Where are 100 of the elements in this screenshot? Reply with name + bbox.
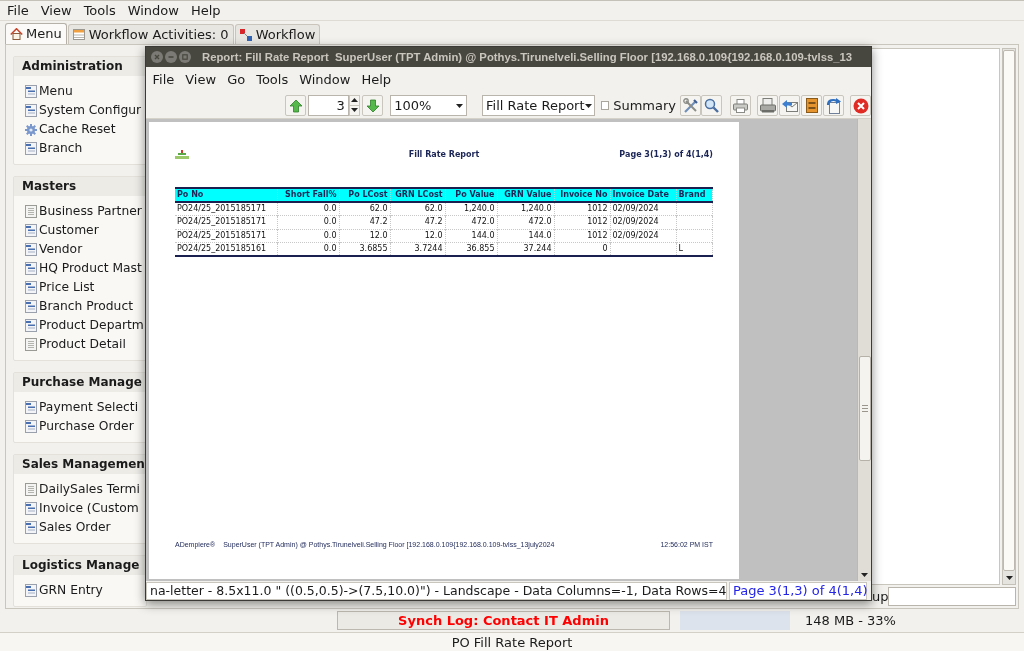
- minimize-icon[interactable]: [165, 51, 177, 63]
- close-icon[interactable]: [151, 51, 163, 63]
- cabinet-icon: [805, 98, 818, 113]
- tools-icon: [682, 97, 699, 114]
- menu-item[interactable]: DailySales Termi: [25, 480, 146, 499]
- table-cell: 0.0: [323, 217, 337, 227]
- section-title: Masters: [14, 177, 146, 196]
- page-field[interactable]: 3: [308, 95, 349, 116]
- next-page-button[interactable]: [362, 95, 384, 116]
- menu-item[interactable]: Help: [184, 0, 227, 21]
- menu-item[interactable]: Cache Reset: [25, 120, 146, 139]
- spin-up-button[interactable]: [348, 95, 361, 106]
- menu-item[interactable]: Help: [355, 70, 397, 90]
- window-icon: [25, 243, 37, 256]
- menu-item[interactable]: Tools: [250, 70, 294, 90]
- menu-item[interactable]: Customer: [25, 221, 146, 240]
- down-arrow-icon: [861, 572, 868, 577]
- scrollbar[interactable]: [857, 119, 871, 581]
- menu-item[interactable]: Window: [293, 70, 356, 90]
- menu-item[interactable]: Vendor: [25, 240, 146, 259]
- table-cell: 0.0: [323, 244, 337, 253]
- table-cell: 12.0: [424, 230, 443, 240]
- tab[interactable]: Workflow Activities: 0: [67, 24, 234, 44]
- table-cell: 3.6855: [359, 244, 388, 253]
- table-cell: 1012: [587, 217, 608, 227]
- search-button[interactable]: [701, 95, 722, 116]
- zoom-combobox[interactable]: 100%: [390, 95, 467, 116]
- close-icon: [852, 97, 869, 114]
- column-header: GRN LCost: [390, 188, 445, 202]
- table-cell: 62.0: [424, 204, 443, 213]
- table-cell: 472.0: [471, 217, 495, 227]
- menu-item[interactable]: Tools: [77, 0, 122, 21]
- menu-item[interactable]: Product Detail: [25, 335, 146, 354]
- print-button[interactable]: [730, 95, 751, 116]
- caret-down-icon: [456, 103, 463, 108]
- menu-item[interactable]: Menu: [25, 82, 146, 101]
- print-preview-button[interactable]: [757, 95, 778, 116]
- report-combobox[interactable]: Fill Rate Report: [482, 95, 595, 116]
- archive-button[interactable]: [801, 95, 822, 116]
- window-icon: [25, 420, 37, 433]
- menu-item[interactable]: Go: [221, 70, 251, 90]
- close-button[interactable]: [850, 95, 871, 116]
- table-cell: PO24/25_2015185171: [177, 204, 267, 213]
- memory-usage: 148 MB - 33%: [805, 611, 896, 630]
- gear-icon: [25, 123, 37, 136]
- grip-icon: [861, 405, 868, 412]
- menu-item[interactable]: Payment Selecti: [25, 398, 146, 417]
- window-icon: [25, 584, 37, 597]
- window-icon: [25, 262, 37, 275]
- menu-item[interactable]: File: [147, 70, 180, 90]
- paper-info: na-letter - 8.5x11.0 " ((0.5,0.5)->(7.5,10.0)") - Landscape - Data Columns=-1, Data Rows=4: [146, 581, 727, 600]
- menu-item[interactable]: Invoice (Custom: [25, 499, 146, 518]
- menu-item[interactable]: GRN Entry: [25, 581, 146, 600]
- window-icon: [25, 319, 37, 332]
- table-cell: PO24/25_2015185161: [177, 244, 267, 253]
- section-title: Administration: [14, 57, 146, 76]
- menu-item[interactable]: Branch Product: [25, 297, 146, 316]
- table-cell: 0: [602, 244, 608, 253]
- spin-down-button[interactable]: [348, 105, 361, 116]
- table-cell: PO24/25_2015185171: [177, 230, 267, 240]
- table-cell: 36.855: [466, 244, 495, 253]
- tools-button[interactable]: [680, 95, 701, 116]
- scrollbar-thumb[interactable]: [1003, 50, 1015, 571]
- table-cell: 144.0: [528, 230, 552, 240]
- home-icon: [10, 28, 23, 40]
- menu-item[interactable]: Sales Order: [25, 518, 146, 537]
- window-icon: [25, 104, 37, 117]
- menu-item[interactable]: Price List: [25, 278, 146, 297]
- table-cell: PO24/25_2015185171: [177, 217, 267, 227]
- menu-item[interactable]: Purchase Order: [25, 417, 146, 436]
- table-cell: 62.0: [369, 204, 388, 213]
- lookup-field[interactable]: [888, 587, 1016, 606]
- menu-item[interactable]: View: [179, 70, 222, 90]
- column-header: Po LCost: [339, 188, 390, 202]
- up-arrow-icon: [288, 98, 303, 113]
- menu-item[interactable]: Window: [121, 0, 185, 21]
- menu-item[interactable]: Product Departm: [25, 316, 146, 335]
- tab[interactable]: Menu: [5, 23, 67, 44]
- table-cell: 0.0: [323, 230, 337, 240]
- scrollbar-thumb[interactable]: [858, 356, 871, 461]
- table-cell: 0.0: [323, 204, 337, 213]
- menu-item[interactable]: System Configur: [25, 101, 146, 120]
- scrollbar[interactable]: [1002, 48, 1016, 585]
- previous-page-button[interactable]: [285, 95, 306, 116]
- menu-item[interactable]: Business Partner: [25, 202, 146, 221]
- menu-item[interactable]: View: [34, 0, 78, 21]
- menu-item[interactable]: Branch: [25, 139, 146, 158]
- mail-icon: [781, 99, 798, 112]
- field-label: up: [872, 587, 888, 606]
- maximize-icon[interactable]: [179, 51, 191, 63]
- down-arrow-icon: [365, 98, 380, 113]
- table-icon: [72, 29, 85, 40]
- menu-item[interactable]: HQ Product Mast: [25, 259, 146, 278]
- export-button[interactable]: [823, 95, 844, 116]
- summary-checkbox[interactable]: [600, 101, 610, 110]
- window-icon: [25, 85, 37, 98]
- column-header: Brand: [676, 188, 712, 202]
- menu-item[interactable]: File: [1, 0, 35, 21]
- tab[interactable]: Workflow: [234, 24, 321, 44]
- send-button[interactable]: [779, 95, 800, 116]
